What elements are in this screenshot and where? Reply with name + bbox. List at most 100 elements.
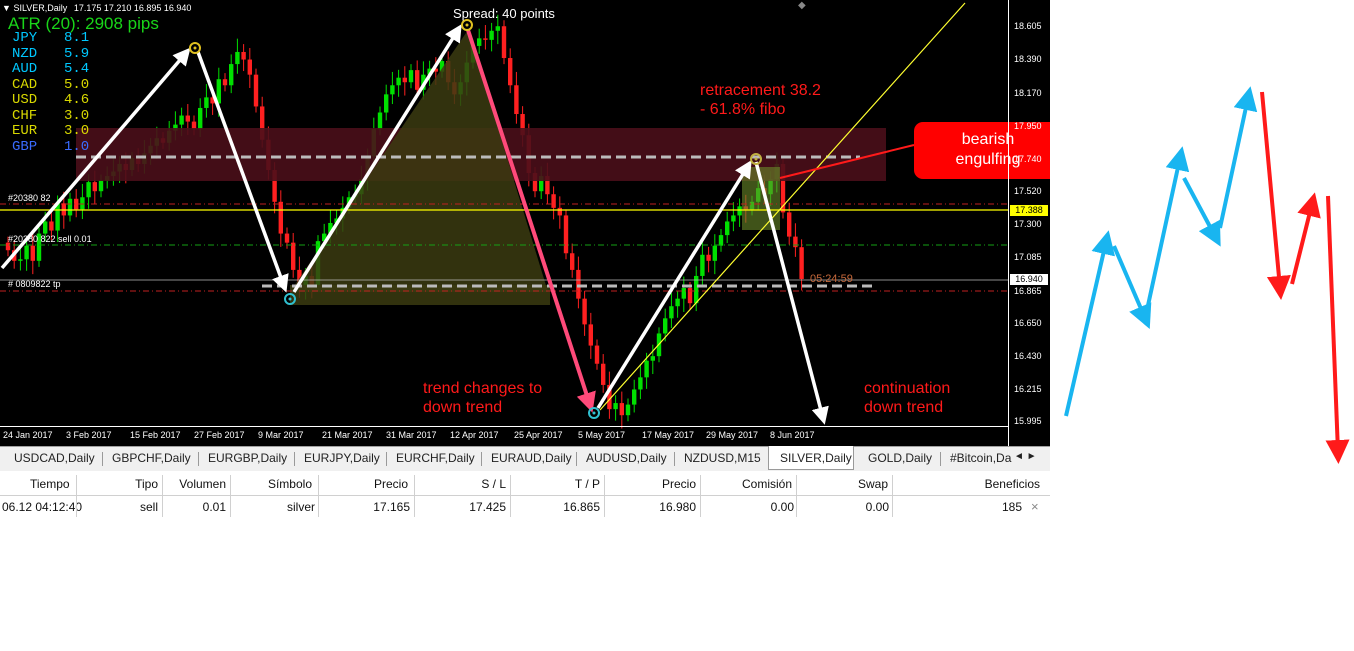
tab-nzdusd-m15[interactable]: NZDUSD,M15 (684, 451, 761, 465)
column-divider (230, 475, 231, 517)
column-header[interactable]: Símbolo (268, 477, 312, 491)
tab-gold-daily[interactable]: GOLD,Daily (868, 451, 932, 465)
price-tick-label: 17.950 (1014, 121, 1042, 131)
candle-body (576, 269, 581, 299)
order-label-sell: #20380 822 sell 0.01 (8, 234, 92, 244)
candle-body (644, 360, 649, 378)
tab-separator (386, 452, 387, 466)
date-tick-label: 15 Feb 2017 (130, 430, 181, 440)
tab-separator (576, 452, 577, 466)
swing-low-1-dot (288, 297, 292, 301)
close-position-icon[interactable]: × (1031, 499, 1039, 514)
price-tag-yellow: 17.388 (1010, 205, 1048, 216)
candle-body (67, 198, 73, 216)
candle-body (638, 377, 643, 390)
strength-value: 3.0 (64, 123, 90, 139)
price-tick-label: 16.430 (1014, 351, 1042, 361)
date-axis[interactable]: 24 Jan 2017 3 Feb 2017 15 Feb 2017 27 Feb 2… (0, 426, 1008, 446)
candle-body (737, 206, 742, 216)
column-header[interactable]: Precio (662, 477, 696, 491)
continuation-annotation: continuation down trend (864, 380, 951, 416)
tab-eurgbp-daily[interactable]: EURGBP,Daily (208, 451, 287, 465)
table-cell: 16.865 (563, 500, 600, 514)
column-divider (604, 475, 605, 517)
candle-body (222, 79, 228, 86)
candle-body (718, 235, 724, 246)
price-tick-label: 16.865 (1014, 286, 1042, 296)
tab-audusd-daily[interactable]: AUDUSD,Daily (586, 451, 667, 465)
chart-window[interactable]: ▼ SILVER,Daily 17.175 17.210 16.895 16.9… (0, 0, 1050, 446)
strength-currency: USD (12, 92, 38, 108)
sketch-blue-arrow-4 (1182, 177, 1221, 247)
candle-body (514, 85, 519, 115)
column-divider (162, 475, 163, 517)
price-tick-label: 18.170 (1014, 88, 1042, 98)
tab-usdcad-daily[interactable]: USDCAD,Daily (14, 451, 95, 465)
candle-body (204, 97, 209, 108)
strength-value: 5.4 (64, 61, 90, 77)
strength-currency: CHF (12, 107, 38, 124)
column-header[interactable]: Beneficios (985, 477, 1040, 491)
candle-body (402, 77, 407, 83)
column-divider (76, 475, 77, 517)
chart-menu-icon[interactable]: ▼ (2, 3, 11, 13)
uptrend-line (599, 2, 966, 411)
column-header[interactable]: T / P (575, 477, 600, 491)
candle-body (377, 112, 383, 130)
strength-row-usd: USD 4.6 (12, 92, 89, 109)
tab--bitcoin-da[interactable]: #Bitcoin,Da (950, 451, 1011, 465)
wave-arrow-5 (596, 160, 752, 409)
candle-body (185, 115, 190, 122)
candle-body (495, 26, 500, 31)
price-tick-label: 18.390 (1014, 54, 1042, 64)
table-cell: 17.165 (373, 500, 410, 514)
strength-row-gbp: GBP 1.0 (12, 138, 90, 156)
column-header[interactable]: Swap (858, 477, 888, 491)
price-axis[interactable]: 18.605 18.390 18.170 17.950 17.740 17.520 17.3… (1008, 0, 1050, 446)
column-header[interactable]: S / L (481, 477, 506, 491)
tab-eurchf-daily[interactable]: EURCHF,Daily (396, 451, 475, 465)
strength-currency: GBP (12, 138, 38, 155)
candle-body (675, 298, 680, 307)
candle-body (632, 389, 637, 405)
tab-gbpchf-daily[interactable]: GBPCHF,Daily (112, 451, 191, 465)
date-tick-label: 12 Apr 2017 (450, 430, 499, 440)
table-cell: 0.01 (202, 500, 226, 514)
candle-body (706, 254, 711, 261)
table-cell: 06.12 04:12:40 (2, 500, 83, 514)
strength-currency: CAD (12, 76, 38, 93)
sketch-red-arrow-1 (1260, 91, 1291, 300)
price-tick-label: 17.740 (1014, 154, 1042, 164)
strength-value: 1.0 (64, 138, 90, 155)
column-header[interactable]: Precio (374, 477, 408, 491)
candle-body (582, 298, 587, 325)
retracement-annotation: retracement 38.2 - 61.8% fibo (700, 82, 821, 118)
tab-silver-daily[interactable]: SILVER,Daily (780, 451, 852, 465)
tab-eurjpy-daily[interactable]: EURJPY,Daily (304, 451, 380, 465)
candle-body (278, 201, 283, 234)
price-tick-label: 18.605 (1014, 21, 1042, 31)
column-header[interactable]: Tipo (135, 477, 158, 491)
swing-high-3-dot (754, 157, 758, 161)
chart-scroll-marker[interactable]: ◆ (798, 0, 806, 11)
candle-body (601, 363, 606, 385)
candle-body (551, 194, 556, 208)
table-cell: 0.00 (865, 500, 889, 514)
strength-row-chf: CHF 3.0 (12, 107, 89, 125)
date-tick-label: 24 Jan 2017 (3, 430, 53, 440)
price-tag-current: 16.940 (1010, 274, 1048, 285)
column-header[interactable]: Comisión (742, 477, 792, 491)
candle-countdown: 05:24:59 (810, 273, 853, 285)
tab-scroll-arrows[interactable]: ◄ ► (1014, 451, 1037, 462)
date-tick-label: 9 Mar 2017 (258, 430, 304, 440)
trade-terminal: Tiempo Tipo Volumen Símbolo Precio S / L T / P… (0, 471, 1050, 517)
table-cell: 16.980 (659, 500, 696, 514)
tab-euraud-daily[interactable]: EURAUD,Daily (491, 451, 572, 465)
column-header[interactable]: Tiempo (30, 477, 70, 491)
column-divider (510, 475, 511, 517)
column-divider (414, 475, 415, 517)
column-header[interactable]: Volumen (179, 477, 226, 491)
candle-body (98, 180, 104, 192)
candle-body (18, 259, 23, 261)
candle-body (669, 306, 674, 319)
